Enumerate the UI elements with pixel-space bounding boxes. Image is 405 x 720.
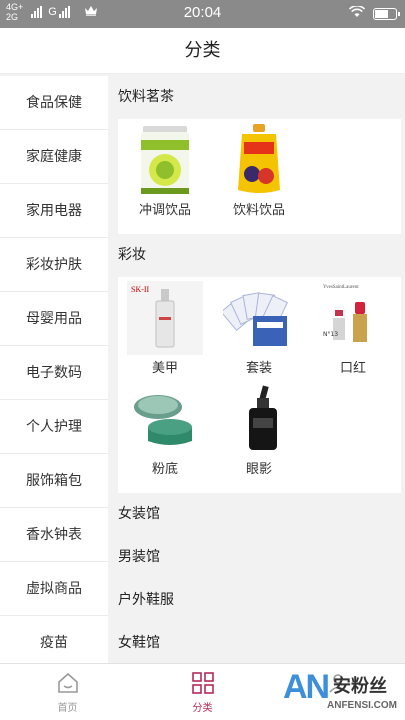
foundation-jar-icon bbox=[127, 382, 203, 456]
category-item-sets[interactable]: 套装 bbox=[212, 281, 306, 376]
section-title-womens-clothing[interactable]: 女装馆 bbox=[108, 493, 405, 536]
category-item-label: 套装 bbox=[245, 361, 272, 376]
category-item-label: 粉底 bbox=[151, 462, 178, 477]
sidebar-item-perfume-watches[interactable]: 香水钟表 bbox=[0, 508, 108, 562]
category-item-instant-drinks[interactable]: 冲调饮品 bbox=[118, 123, 212, 218]
sidebar-item-apparel-bags[interactable]: 服饰箱包 bbox=[0, 454, 108, 508]
sidebar-item-home-health[interactable]: 家庭健康 bbox=[0, 130, 108, 184]
tab-home[interactable]: 首页 bbox=[0, 664, 135, 720]
category-item-label: 饮料饮品 bbox=[232, 203, 285, 218]
watermark-text: 安粉丝 bbox=[333, 676, 387, 697]
skii-bottle-icon: SK-II bbox=[127, 281, 203, 355]
makeup-grid: SK-II 美甲 套装 YvesSaintLaurent N°13 口红 粉底 … bbox=[118, 277, 401, 493]
tab-label: 首页 bbox=[57, 703, 78, 714]
serum-bottle-icon bbox=[221, 382, 297, 456]
watermark-logo: AN 安粉丝 ANFENSI.COM bbox=[283, 666, 403, 720]
clock: 20:04 bbox=[183, 4, 222, 21]
page-title: 分类 bbox=[0, 28, 405, 74]
sidebar-item-food-health[interactable]: 食品保健 bbox=[0, 76, 108, 130]
sidebar-item-digital[interactable]: 电子数码 bbox=[0, 346, 108, 400]
sidebar-item-virtual[interactable]: 虚拟商品 bbox=[0, 562, 108, 616]
category-content: 饮料茗茶 冲调饮品 饮料饮品 彩妆 SK-II 美甲 套装 YvesSaintL… bbox=[108, 76, 405, 663]
category-item-lipstick[interactable]: YvesSaintLaurent N°13 口红 bbox=[306, 281, 400, 376]
sidebar-item-cosmetics[interactable]: 彩妆护肤 bbox=[0, 238, 108, 292]
category-sidebar: 食品保健 家庭健康 家用电器 彩妆护肤 母婴用品 电子数码 个人护理 服饰箱包 … bbox=[0, 76, 108, 663]
tab-category[interactable]: 分类 bbox=[135, 664, 270, 720]
brand-logo-text: SK-II bbox=[131, 285, 150, 294]
category-item-foundation[interactable]: 粉底 bbox=[118, 382, 212, 477]
face-mask-set-icon bbox=[221, 281, 297, 355]
status-bar: 4G+ 2G G 20:04 bbox=[0, 0, 405, 28]
sidebar-item-personal-care[interactable]: 个人护理 bbox=[0, 400, 108, 454]
section-title-outdoor[interactable]: 户外鞋服 bbox=[108, 579, 405, 622]
section-title-makeup: 彩妆 bbox=[108, 234, 405, 277]
drinks-grid: 冲调饮品 饮料饮品 bbox=[118, 119, 401, 234]
category-item-beverages[interactable]: 饮料饮品 bbox=[212, 123, 306, 218]
section-title-womens-shoes[interactable]: 女鞋馆 bbox=[108, 622, 405, 663]
lipstick-icon: YvesSaintLaurent N°13 bbox=[315, 281, 391, 355]
wifi-icon bbox=[348, 5, 366, 22]
shade-number-text: N°13 bbox=[323, 331, 339, 338]
category-item-eyeshadow[interactable]: 眼影 bbox=[212, 382, 306, 477]
category-grid-icon bbox=[190, 670, 216, 696]
brand-logo-text: YvesSaintLaurent bbox=[323, 285, 359, 290]
tab-label: 分类 bbox=[192, 703, 213, 714]
category-item-label: 冲调饮品 bbox=[138, 203, 191, 218]
home-icon bbox=[55, 670, 81, 696]
category-item-label: 眼影 bbox=[245, 462, 272, 477]
section-title-drinks: 饮料茗茶 bbox=[108, 76, 405, 119]
watermark-url: ANFENSI.COM bbox=[327, 700, 397, 711]
juice-pouch-icon bbox=[221, 123, 297, 197]
category-item-label: 口红 bbox=[339, 361, 366, 376]
status-right bbox=[348, 5, 400, 22]
battery-icon bbox=[373, 8, 400, 20]
sidebar-item-appliances[interactable]: 家用电器 bbox=[0, 184, 108, 238]
watermark-brand: AN bbox=[283, 668, 330, 706]
sidebar-item-vaccine[interactable]: 疫苗 bbox=[0, 616, 108, 663]
category-item-nails[interactable]: SK-II 美甲 bbox=[118, 281, 212, 376]
section-title-mens-clothing[interactable]: 男装馆 bbox=[108, 536, 405, 579]
category-item-label: 美甲 bbox=[151, 361, 178, 376]
formula-can-icon bbox=[127, 123, 203, 197]
sidebar-item-baby[interactable]: 母婴用品 bbox=[0, 292, 108, 346]
